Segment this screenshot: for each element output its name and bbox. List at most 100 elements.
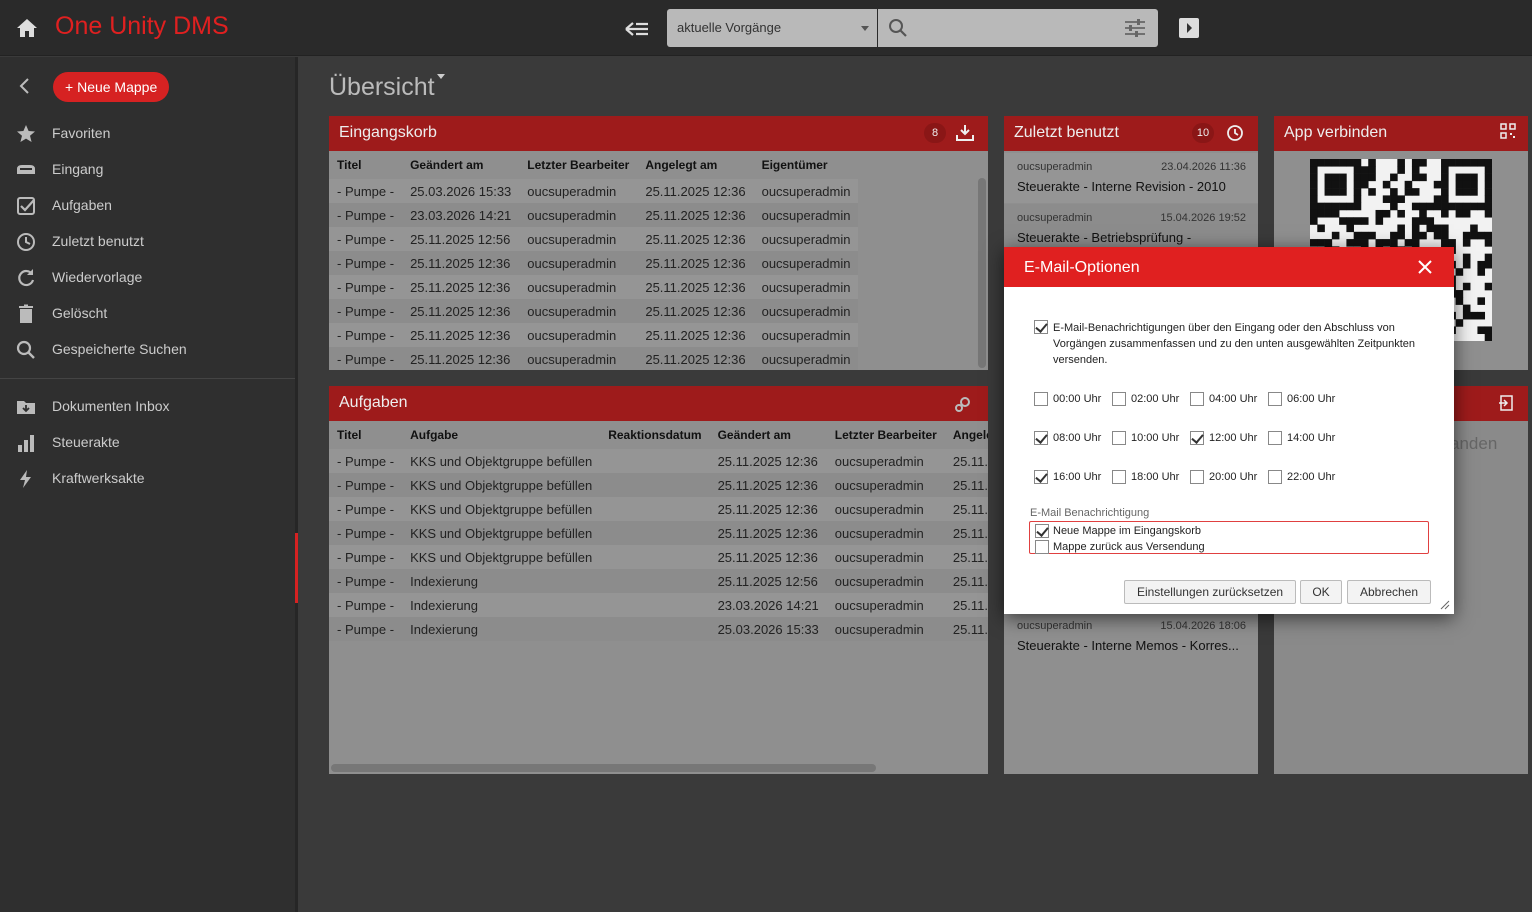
time-checkbox[interactable] xyxy=(1034,470,1048,484)
column-header[interactable]: Geändert am xyxy=(402,151,519,179)
close-icon[interactable] xyxy=(1418,260,1432,274)
column-header[interactable]: Aufgabe xyxy=(402,421,600,449)
table-row[interactable]: - Pumpe - KKS und Objektgruppe befüllen 25… xyxy=(329,473,988,497)
table-cell: 25.11.2025 12:36 xyxy=(709,473,827,497)
ok-button[interactable]: OK xyxy=(1300,580,1342,604)
clock-icon[interactable] xyxy=(1226,124,1244,142)
column-header[interactable]: Angelegt am xyxy=(945,421,988,449)
sidebar-item-eingang[interactable]: Eingang xyxy=(0,151,295,187)
column-header[interactable]: Letzter Bearbeiter xyxy=(827,421,945,449)
recent-item-date: 23.04.2026 11:36 xyxy=(1161,161,1246,173)
column-header[interactable]: Reaktionsdatum xyxy=(600,421,709,449)
login-icon[interactable] xyxy=(1498,395,1514,411)
table-row[interactable]: - Pumpe - Indexierung 25.03.2026 15:33 oucs… xyxy=(329,617,988,641)
column-header[interactable]: Angelegt am xyxy=(637,151,753,179)
table-cell: 25.11.2025 1 xyxy=(944,545,988,569)
sidebar-item-favoriten[interactable]: Favoriten xyxy=(0,115,295,151)
search-icon[interactable] xyxy=(888,18,908,38)
table-cell: oucsuperadmin xyxy=(826,497,945,521)
table-row[interactable]: - Pumpe -25.11.2025 12:36 oucsuperadmin 25… xyxy=(329,251,859,275)
sidebar-item-kraftwerksakte[interactable]: Kraftwerksakte xyxy=(0,460,295,496)
time-checkbox[interactable] xyxy=(1190,431,1204,445)
sidebar-item-dokumenten-inbox[interactable]: Dokumenten Inbox xyxy=(0,388,295,424)
new-folder-button[interactable]: + Neue Mappe xyxy=(53,72,170,102)
chevron-left-icon[interactable] xyxy=(18,77,32,95)
column-header[interactable]: Geändert am xyxy=(710,421,827,449)
summary-checkbox[interactable] xyxy=(1034,320,1048,334)
sidebar-item-zuletzt-benutzt[interactable]: Zuletzt benutzt xyxy=(0,223,295,259)
time-checkbox[interactable] xyxy=(1268,431,1282,445)
recent-item-name: Steuerakte - Betriebsprüfung - xyxy=(1017,230,1192,245)
new-folder-checkbox[interactable] xyxy=(1035,524,1049,538)
count-badge: 8 xyxy=(924,123,946,143)
return-checkbox[interactable] xyxy=(1035,540,1049,554)
time-checkbox[interactable] xyxy=(1190,392,1204,406)
sidebar-resize-marker[interactable] xyxy=(295,533,298,603)
table-row[interactable]: - Pumpe - KKS und Objektgruppe befüllen 25… xyxy=(329,497,988,521)
settings-gears-icon[interactable] xyxy=(954,395,972,413)
horizontal-scrollbar[interactable] xyxy=(331,764,876,772)
menu-collapse-icon[interactable] xyxy=(624,20,650,38)
time-checkbox[interactable] xyxy=(1268,470,1282,484)
table-row[interactable]: - Pumpe - KKS und Objektgruppe befüllen 25… xyxy=(329,545,988,569)
reset-settings-button[interactable]: Einstellungen zurücksetzen xyxy=(1124,580,1296,604)
table-row[interactable]: - Pumpe -23.03.2026 14:21 oucsuperadmin 25… xyxy=(329,203,859,227)
time-checkbox[interactable] xyxy=(1190,470,1204,484)
sidebar-item-geloescht[interactable]: Gelöscht xyxy=(0,295,295,331)
bolt-icon xyxy=(20,470,31,488)
recent-item[interactable]: oucsuperadmin 15.04.2026 18:06 Steuerakt… xyxy=(1004,612,1258,662)
cancel-button[interactable]: Abbrechen xyxy=(1347,580,1431,604)
vertical-scrollbar[interactable] xyxy=(978,178,986,368)
sidebar-item-gespeicherte-suchen[interactable]: Gespeicherte Suchen xyxy=(0,331,295,367)
table-cell: Indexierung xyxy=(402,593,601,617)
table-row[interactable]: - Pumpe - Indexierung 25.11.2025 12:56 oucs… xyxy=(329,569,988,593)
table-row[interactable]: - Pumpe -25.03.2026 15:33 oucsuperadmin 25… xyxy=(329,179,859,203)
column-header[interactable]: Titel xyxy=(329,421,402,449)
sidebar-item-label: Favoriten xyxy=(52,125,111,141)
search-input[interactable] xyxy=(878,9,1158,47)
sidebar-item-steuerakte[interactable]: Steuerakte xyxy=(0,424,295,460)
table-row[interactable]: - Pumpe -25.11.2025 12:36 oucsuperadmin 25… xyxy=(329,299,859,323)
time-label: 20:00 Uhr xyxy=(1209,471,1258,483)
table-row[interactable]: - Pumpe - KKS und Objektgruppe befüllen 25… xyxy=(329,449,988,473)
filter-sliders-icon[interactable] xyxy=(1124,18,1146,38)
resize-grip-icon[interactable] xyxy=(1440,600,1450,610)
time-label: 06:00 Uhr xyxy=(1287,393,1336,405)
time-checkbox[interactable] xyxy=(1112,431,1126,445)
table-cell: 25.11.2025 1 xyxy=(944,593,988,617)
recent-item[interactable]: oucsuperadmin 23.04.2026 11:36 Steuerakt… xyxy=(1004,153,1258,203)
qr-code-icon[interactable] xyxy=(1500,123,1516,139)
table-cell: oucsuperadmin xyxy=(826,545,945,569)
time-label: 02:00 Uhr xyxy=(1131,393,1180,405)
download-icon[interactable] xyxy=(956,124,974,142)
forward-button[interactable] xyxy=(1179,18,1199,38)
table-row[interactable]: - Pumpe -25.11.2025 12:36 oucsuperadmin 25… xyxy=(329,323,859,347)
table-cell: - Pumpe - xyxy=(329,203,403,227)
table-row[interactable]: - Pumpe -25.11.2025 12:56 oucsuperadmin 25… xyxy=(329,227,859,251)
time-checkbox[interactable] xyxy=(1034,431,1048,445)
time-checkbox[interactable] xyxy=(1268,392,1282,406)
time-checkbox[interactable] xyxy=(1034,392,1048,406)
time-checkbox[interactable] xyxy=(1112,392,1126,406)
table-cell: Indexierung xyxy=(402,617,601,641)
new-folder-label: Neue Mappe im Eingangskorb xyxy=(1053,525,1201,537)
column-header[interactable]: Eigentümer xyxy=(754,151,859,179)
column-header[interactable]: Titel xyxy=(329,151,402,179)
search-scope-select[interactable]: aktuelle Vorgänge xyxy=(667,9,877,47)
time-checkbox[interactable] xyxy=(1112,470,1126,484)
column-header[interactable]: Letzter Bearbeiter xyxy=(519,151,637,179)
table-cell: 23.03.2026 14:21 xyxy=(402,203,520,227)
home-icon[interactable] xyxy=(16,18,38,38)
table-cell: oucsuperadmin xyxy=(753,299,859,323)
table-row[interactable]: - Pumpe -25.11.2025 12:36 oucsuperadmin 25… xyxy=(329,347,859,370)
table-row[interactable]: - Pumpe - Indexierung 23.03.2026 14:21 oucs… xyxy=(329,593,988,617)
table-cell: 23.03.2026 14:21 xyxy=(709,593,827,617)
caret-down-icon[interactable] xyxy=(437,74,445,79)
sidebar-item-wiedervorlage[interactable]: Wiedervorlage xyxy=(0,259,295,295)
sidebar-item-aufgaben[interactable]: Aufgaben xyxy=(0,187,295,223)
table-row[interactable]: - Pumpe - KKS und Objektgruppe befüllen 25… xyxy=(329,521,988,545)
table-cell: 25.11.2025 12:36 xyxy=(637,203,754,227)
table-row[interactable]: - Pumpe -25.11.2025 12:36 oucsuperadmin 25… xyxy=(329,275,859,299)
table-cell: KKS und Objektgruppe befüllen xyxy=(402,473,601,497)
table-cell: oucsuperadmin xyxy=(519,275,638,299)
